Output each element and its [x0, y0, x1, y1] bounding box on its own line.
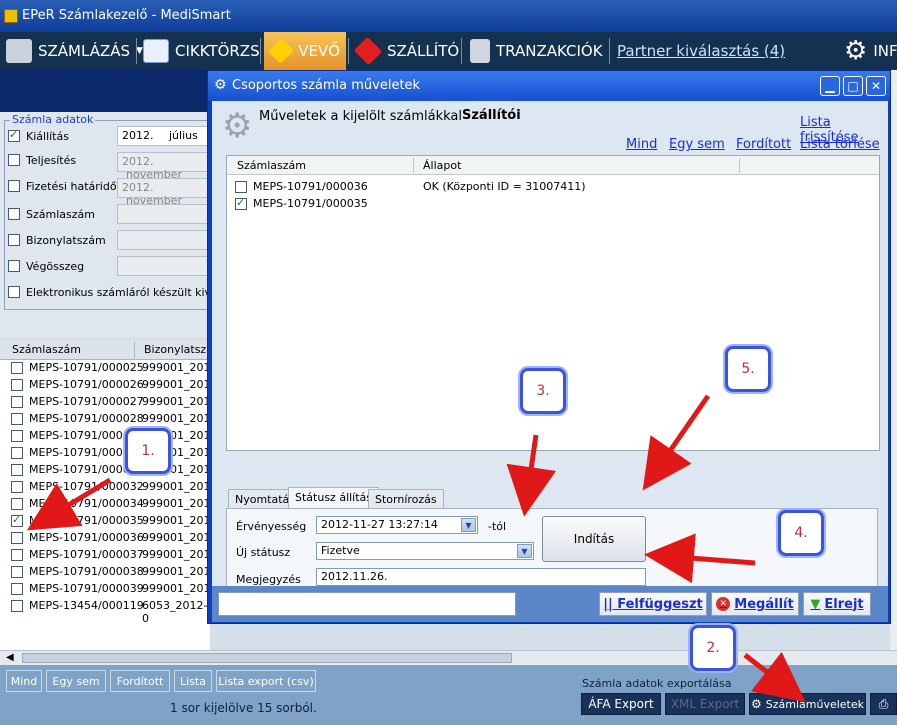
annotation-bubble-2: 2. — [690, 625, 736, 671]
arrow-2 — [743, 651, 806, 703]
annotation-bubble-1: 1. — [125, 428, 171, 474]
arrow-1 — [26, 477, 112, 531]
annotation-bubble-4: 4. — [778, 510, 824, 556]
arrow-5 — [642, 394, 711, 491]
arrow-3 — [506, 434, 557, 517]
annotation-bubble-3: 3. — [520, 368, 566, 414]
annotation-bubble-5: 5. — [725, 346, 771, 392]
arrow-4 — [644, 533, 756, 584]
